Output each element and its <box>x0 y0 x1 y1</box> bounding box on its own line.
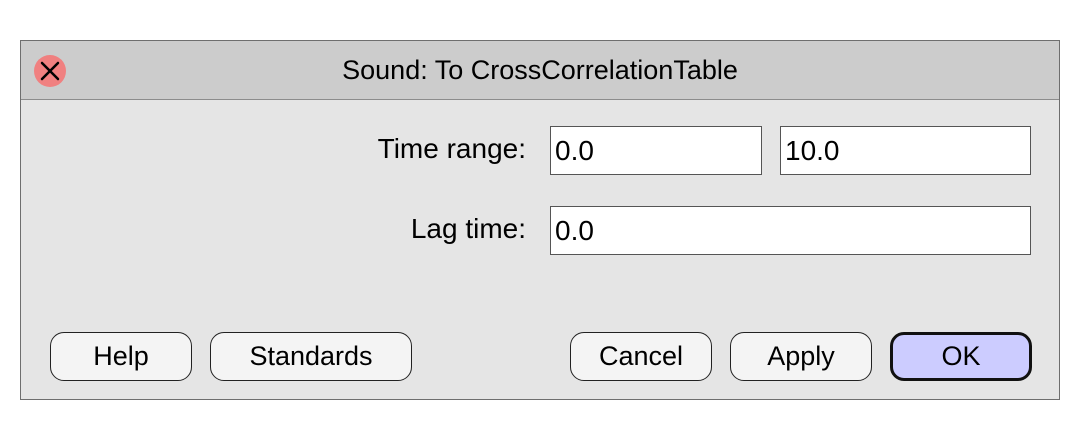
help-button[interactable]: Help <box>50 332 192 381</box>
window-title: Sound: To CrossCorrelationTable <box>342 55 738 85</box>
standards-button[interactable]: Standards <box>210 332 412 381</box>
time-range-to-input[interactable] <box>780 126 1031 175</box>
dialog-window: Sound: To CrossCorrelationTable Time ran… <box>20 40 1060 400</box>
lag-time-input[interactable] <box>550 206 1031 255</box>
cancel-button[interactable]: Cancel <box>570 332 712 381</box>
time-range-label: Time range: <box>377 133 526 164</box>
ok-button[interactable]: OK <box>890 332 1032 381</box>
close-button[interactable] <box>34 55 66 87</box>
apply-button[interactable]: Apply <box>730 332 872 381</box>
time-range-from-input[interactable] <box>550 126 762 175</box>
title-bar: Sound: To CrossCorrelationTable <box>21 41 1059 100</box>
lag-time-label: Lag time: <box>410 213 526 244</box>
close-icon <box>40 61 60 81</box>
